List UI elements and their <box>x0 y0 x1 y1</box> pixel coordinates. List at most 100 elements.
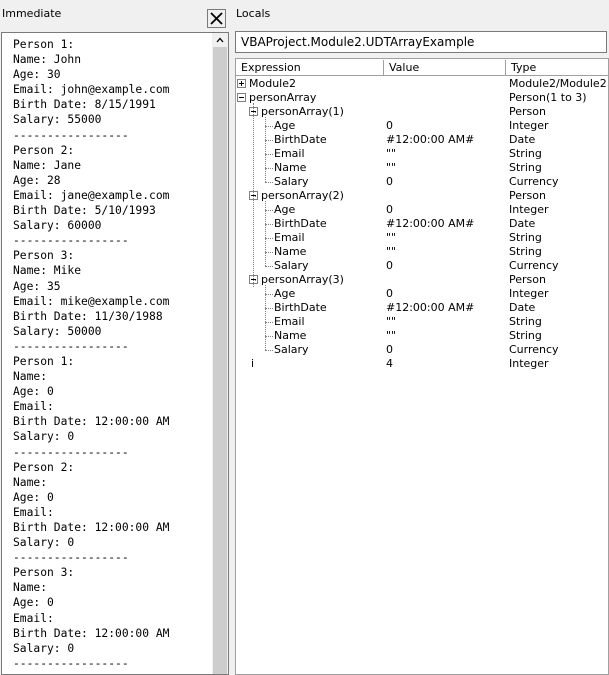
locals-row[interactable]: Salary 0 Currency <box>236 175 608 189</box>
tree-line <box>253 112 258 113</box>
locals-row[interactable]: Name "" String <box>236 245 608 259</box>
output-line: Email: <box>13 505 54 519</box>
cell-value[interactable]: 0 <box>386 343 393 357</box>
output-line: Person 1: <box>13 354 75 368</box>
output-line: Person 2: <box>13 143 75 157</box>
output-line: Salary: 50000 <box>13 324 102 338</box>
output-line: ----------------- <box>13 656 129 670</box>
cell-type: String <box>509 245 542 258</box>
output-line: Email: mike@example.com <box>13 294 170 308</box>
locals-row[interactable]: Email "" String <box>236 231 608 245</box>
locals-row[interactable]: Name "" String <box>236 329 608 343</box>
output-line: Age: 28 <box>13 173 61 187</box>
output-line: Email: <box>13 400 54 414</box>
tree-line <box>265 126 273 127</box>
output-line: Salary: 0 <box>13 430 75 444</box>
output-line: Birth Date: 11/30/1988 <box>13 309 163 323</box>
locals-row[interactable]: personArray(3) Person <box>236 273 608 287</box>
vertical-scrollbar[interactable] <box>212 33 228 674</box>
cell-expression: BirthDate <box>274 133 327 146</box>
plus-box-icon[interactable] <box>237 79 246 88</box>
locals-row[interactable]: Name "" String <box>236 161 608 175</box>
output-line: Age: 0 <box>13 596 54 610</box>
cell-value[interactable]: "" <box>386 147 396 161</box>
cell-value[interactable]: "" <box>386 231 396 245</box>
locals-row[interactable]: Age 0 Integer <box>236 203 608 217</box>
output-line: ----------------- <box>13 445 129 459</box>
cell-value[interactable]: 0 <box>386 259 393 273</box>
locals-row[interactable]: personArray Person(1 to 3) <box>236 91 608 105</box>
column-header-value[interactable]: Value <box>384 60 506 76</box>
immediate-window: Immediate Person 1: Name: John Age: 30 Emai… <box>0 0 229 675</box>
output-line: Name: <box>13 581 48 595</box>
cell-expression: Age <box>274 203 296 216</box>
cell-expression: Salary <box>274 343 309 356</box>
immediate-output[interactable]: Person 1: Name: John Age: 30 Email: john@ex… <box>1 32 229 675</box>
cell-value[interactable]: "" <box>386 161 396 175</box>
cell-value[interactable]: 0 <box>386 119 393 133</box>
cell-expression: BirthDate <box>274 217 327 230</box>
output-line: ----------------- <box>13 339 129 353</box>
tree-line <box>265 238 273 239</box>
locals-row[interactable]: Salary 0 Currency <box>236 259 608 273</box>
locals-row[interactable]: BirthDate #12:00:00 AM# Date <box>236 133 608 147</box>
cell-value[interactable]: 0 <box>386 287 393 301</box>
tree-line <box>265 350 273 351</box>
locals-row[interactable]: i 4 Integer <box>236 357 608 371</box>
locals-row[interactable]: Email "" String <box>236 315 608 329</box>
locals-row[interactable]: Age 0 Integer <box>236 287 608 301</box>
locals-row[interactable]: BirthDate #12:00:00 AM# Date <box>236 301 608 315</box>
cell-expression: personArray(3) <box>261 273 344 286</box>
close-icon <box>210 12 223 25</box>
output-line: Person 3: <box>13 249 75 263</box>
cell-value[interactable]: "" <box>386 245 396 259</box>
output-line: Age: 0 <box>13 385 54 399</box>
output-line: Birth Date: 8/15/1991 <box>13 98 156 112</box>
cell-type: String <box>509 315 542 328</box>
cell-type: Module2/Module2 <box>509 77 607 90</box>
output-line: Person 2: <box>13 460 75 474</box>
context-label[interactable]: VBAProject.Module2.UDTArrayExample <box>235 31 607 53</box>
cell-type: Date <box>509 133 536 146</box>
locals-row[interactable]: personArray(2) Person <box>236 189 608 203</box>
output-line: Birth Date: 12:00:00 AM <box>13 521 170 534</box>
cell-value[interactable]: 0 <box>386 203 393 217</box>
cell-type: String <box>509 161 542 174</box>
cell-value[interactable]: #12:00:00 AM# <box>386 133 474 147</box>
cell-expression: personArray(1) <box>261 105 344 118</box>
cell-value[interactable]: #12:00:00 AM# <box>386 217 474 231</box>
chevron-up-icon[interactable] <box>215 35 225 45</box>
cell-type: Date <box>509 217 536 230</box>
locals-row[interactable]: Email "" String <box>236 147 608 161</box>
column-header-expression[interactable]: Expression <box>236 60 384 76</box>
cell-value[interactable]: "" <box>386 315 396 329</box>
tree-line <box>265 322 273 323</box>
tree-line <box>265 252 273 253</box>
output-line: ----------------- <box>13 234 129 248</box>
cell-value[interactable]: 0 <box>386 175 393 189</box>
minus-box-icon[interactable] <box>237 93 246 102</box>
scrollbar-thumb[interactable] <box>213 47 227 674</box>
output-line: Name: Jane <box>13 158 82 172</box>
locals-grid[interactable]: Expression Value Type Module2 Module2/Mod… <box>235 58 609 675</box>
column-header-type[interactable]: Type <box>506 60 608 76</box>
locals-row[interactable]: Age 0 Integer <box>236 119 608 133</box>
output-line: Salary: 0 <box>13 536 75 550</box>
locals-row[interactable]: personArray(1) Person <box>236 105 608 119</box>
cell-value[interactable]: 4 <box>386 357 393 371</box>
output-line: Name: <box>13 370 48 384</box>
locals-row[interactable]: BirthDate #12:00:00 AM# Date <box>236 217 608 231</box>
cell-expression: personArray <box>249 91 317 104</box>
cell-value[interactable]: "" <box>386 329 396 343</box>
cell-type: String <box>509 329 542 342</box>
immediate-text: Person 1: Name: John Age: 30 Email: john@ex… <box>13 37 169 671</box>
output-line: Email: jane@example.com <box>13 188 170 202</box>
locals-title: Locals <box>236 7 271 20</box>
cell-expression: Name <box>274 161 307 174</box>
locals-row[interactable]: Module2 Module2/Module2 <box>236 77 608 91</box>
output-line: Age: 30 <box>13 68 61 82</box>
cell-value[interactable]: #12:00:00 AM# <box>386 301 474 315</box>
locals-row[interactable]: Salary 0 Currency <box>236 343 608 357</box>
close-button[interactable] <box>207 9 226 28</box>
cell-type: String <box>509 231 542 244</box>
